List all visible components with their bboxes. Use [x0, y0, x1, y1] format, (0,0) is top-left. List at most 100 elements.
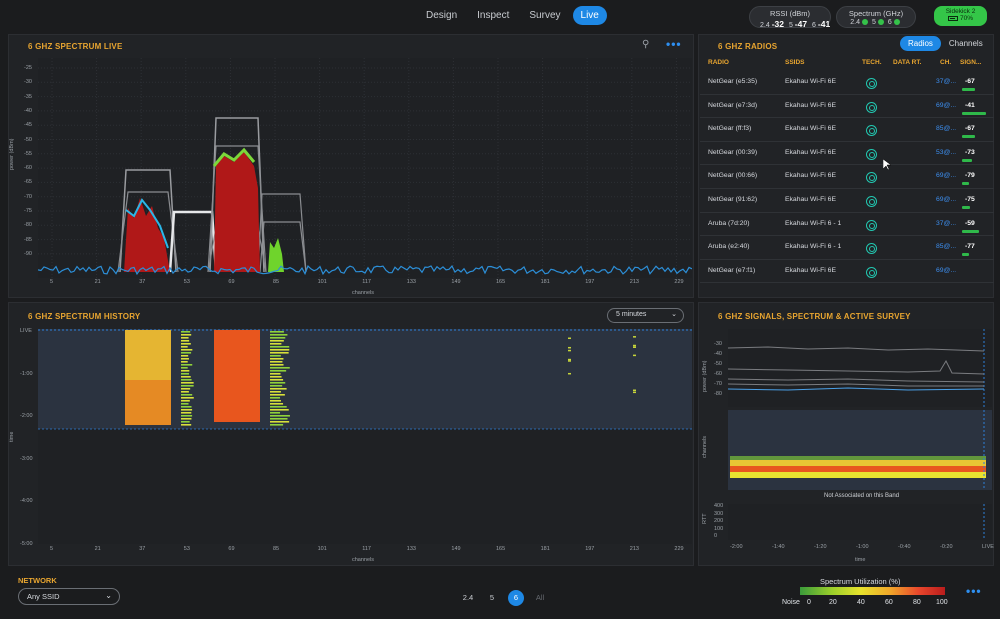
radio-channel[interactable]: 69@... — [936, 196, 956, 203]
signals-rtt-label: RTT — [702, 513, 708, 524]
spectrum-title: Spectrum (GHz) — [848, 9, 904, 18]
table-row[interactable]: NetGear (ff:f3) Ekahau Wi-Fi 6E 85@... -67 — [700, 118, 994, 142]
radio-channel[interactable]: 37@... — [936, 220, 956, 227]
radio-channel[interactable]: 37@... — [936, 78, 956, 85]
signals-power-tick: -40 — [714, 351, 722, 357]
signals-time-tick: -0:20 — [940, 544, 953, 550]
live-y-tick: -65 — [24, 179, 32, 186]
table-row[interactable]: NetGear (91:62) Ekahau Wi-Fi 6E 69@... -75 — [700, 189, 994, 213]
history-x-label: channels — [352, 557, 375, 563]
history-x-tick: 37 — [139, 546, 146, 552]
col-channel[interactable]: CH. — [940, 59, 951, 66]
wifi6e-tech-icon — [866, 243, 877, 255]
toggle-channels[interactable]: Channels — [941, 36, 991, 51]
table-row[interactable]: NetGear (e7:f1) Ekahau Wi-Fi 6E 69@... — [700, 260, 994, 284]
table-row[interactable]: NetGear (e7:3d) Ekahau Wi-Fi 6E 69@... -41 — [700, 95, 994, 119]
radio-channel[interactable]: 85@... — [936, 125, 956, 132]
table-row[interactable]: Aruba (7d:20) Ekahau Wi-Fi 6 - 1 37@... -59 — [700, 213, 994, 237]
spectrum-indicator[interactable]: Spectrum (GHz) 2.4 5 6 — [836, 6, 916, 28]
table-row[interactable]: NetGear (e5:35) Ekahau Wi-Fi 6E 37@... -67 — [700, 71, 994, 95]
radio-channel[interactable]: 85@... — [936, 243, 956, 250]
live-y-tick: -70 — [24, 193, 32, 200]
signals-power-tick: -30 — [714, 341, 722, 347]
util-tick-60: 60 — [885, 599, 893, 606]
radio-signal: -79 — [965, 172, 975, 180]
live-y-tick: -40 — [24, 107, 32, 114]
top-navigation: Design Inspect Survey Live RSSI (dBm) 2.… — [0, 0, 1000, 32]
signals-power-tick: -50 — [714, 361, 722, 367]
utilization-scale — [800, 587, 945, 595]
live-x-tick: 37 — [139, 279, 146, 285]
table-row[interactable]: Aruba (e2:40) Ekahau Wi-Fi 6 - 1 85@... -77 — [700, 236, 994, 260]
spectrum-live-title: 6 GHZ SPECTRUM LIVE — [28, 42, 123, 51]
signals-rtt-plot[interactable] — [728, 504, 992, 540]
signals-time-tick: -0:40 — [898, 544, 911, 550]
col-tech[interactable]: TECH. — [862, 59, 882, 66]
band-6[interactable]: 6 — [508, 590, 524, 606]
network-select-value: Any SSID — [27, 592, 60, 601]
toggle-radios[interactable]: Radios — [900, 36, 941, 51]
live-y-tick: -35 — [24, 93, 32, 100]
radio-name: Aruba (e2:40) — [708, 243, 750, 251]
radios-table-header: RADIO SSIDS TECH. DATA RT. CH. SIGN... — [700, 59, 994, 71]
network-select[interactable]: Any SSID ⌄ — [18, 588, 120, 605]
live-x-tick: 117 — [362, 279, 371, 285]
history-duration-select[interactable]: 5 minutes ⌄ — [607, 308, 684, 323]
sidekick-status[interactable]: Sidekick 2 70% — [934, 6, 987, 26]
radio-channel[interactable]: 69@... — [936, 172, 956, 179]
live-y-tick: -90 — [24, 250, 32, 257]
radio-channel[interactable]: 53@... — [936, 149, 956, 156]
history-x-tick: 5 — [50, 546, 54, 552]
table-row[interactable]: NetGear (00:39) Ekahau Wi-Fi 6E 53@... -73 — [700, 142, 994, 166]
radio-name: Aruba (7d:20) — [708, 219, 750, 227]
band-24[interactable]: 2.4 — [460, 590, 476, 606]
tab-live[interactable]: Live — [572, 6, 607, 25]
history-x-tick: 101 — [317, 546, 327, 552]
wifi6e-tech-icon — [866, 78, 877, 89]
history-x-tick: 165 — [496, 546, 506, 552]
history-y-tick: LIVE — [20, 328, 32, 334]
spectrum-history-title: 6 GHZ SPECTRUM HISTORY — [28, 312, 141, 321]
radio-channel[interactable]: 69@... — [936, 102, 956, 109]
live-y-tick: -45 — [24, 122, 32, 129]
history-y-tick: -2:00 — [20, 413, 33, 419]
radio-ssid: Ekahau Wi-Fi 6E — [785, 78, 836, 85]
radio-ssid: Ekahau Wi-Fi 6E — [785, 266, 836, 274]
radio-signal: -59 — [965, 219, 975, 227]
rssi-indicator[interactable]: RSSI (dBm) 2.4 -32 5 -47 6 -41 — [749, 6, 831, 29]
live-spectrum-plot[interactable] — [38, 58, 692, 278]
wifi6e-tech-icon — [866, 101, 877, 113]
tab-inspect[interactable]: Inspect — [469, 6, 517, 25]
live-y-tick: -75 — [24, 208, 32, 214]
rssi-band-6: 6 — [812, 22, 816, 29]
status-dot-icon — [877, 19, 884, 26]
spectrum-band-24: 2.4 — [850, 19, 860, 26]
table-row[interactable]: NetGear (00:66) Ekahau Wi-Fi 6E 69@... -79 — [700, 165, 994, 189]
history-x-tick: 117 — [362, 546, 371, 552]
tab-design[interactable]: Design — [418, 6, 465, 25]
signals-rtt-tick: 0 — [714, 533, 718, 539]
tab-survey[interactable]: Survey — [521, 6, 568, 25]
utilization-ticks: Noise 0 20 40 60 80 100 — [780, 599, 960, 609]
col-ssids[interactable]: SSIDS — [785, 59, 805, 66]
signals-channels-plot[interactable] — [728, 410, 992, 490]
band-5[interactable]: 5 — [484, 590, 500, 606]
col-radio[interactable]: RADIO — [708, 59, 729, 66]
radio-ssid: Ekahau Wi-Fi 6E — [785, 125, 836, 133]
rssi-value-6: -41 — [817, 19, 831, 29]
radio-channel[interactable]: 69@... — [936, 267, 956, 274]
signals-power-plot[interactable] — [728, 329, 992, 407]
signal-strength-bar — [962, 205, 971, 209]
radio-name: NetGear (e7:f1) — [708, 266, 756, 274]
wifi6e-tech-icon — [866, 148, 877, 160]
col-signal[interactable]: SIGN... — [960, 59, 981, 66]
more-options-icon[interactable]: ••• — [666, 37, 682, 51]
col-data-rate[interactable]: DATA RT. — [893, 59, 921, 66]
zoom-icon[interactable]: ⚲ — [642, 39, 649, 50]
band-all[interactable]: All — [532, 590, 548, 606]
more-options-icon[interactable]: ••• — [966, 584, 982, 598]
live-x-tick: 69 — [228, 279, 235, 285]
spectrum-history-waterfall[interactable] — [38, 329, 692, 544]
wifi6e-tech-icon — [866, 172, 877, 184]
chevron-down-icon: ⌄ — [671, 311, 677, 318]
